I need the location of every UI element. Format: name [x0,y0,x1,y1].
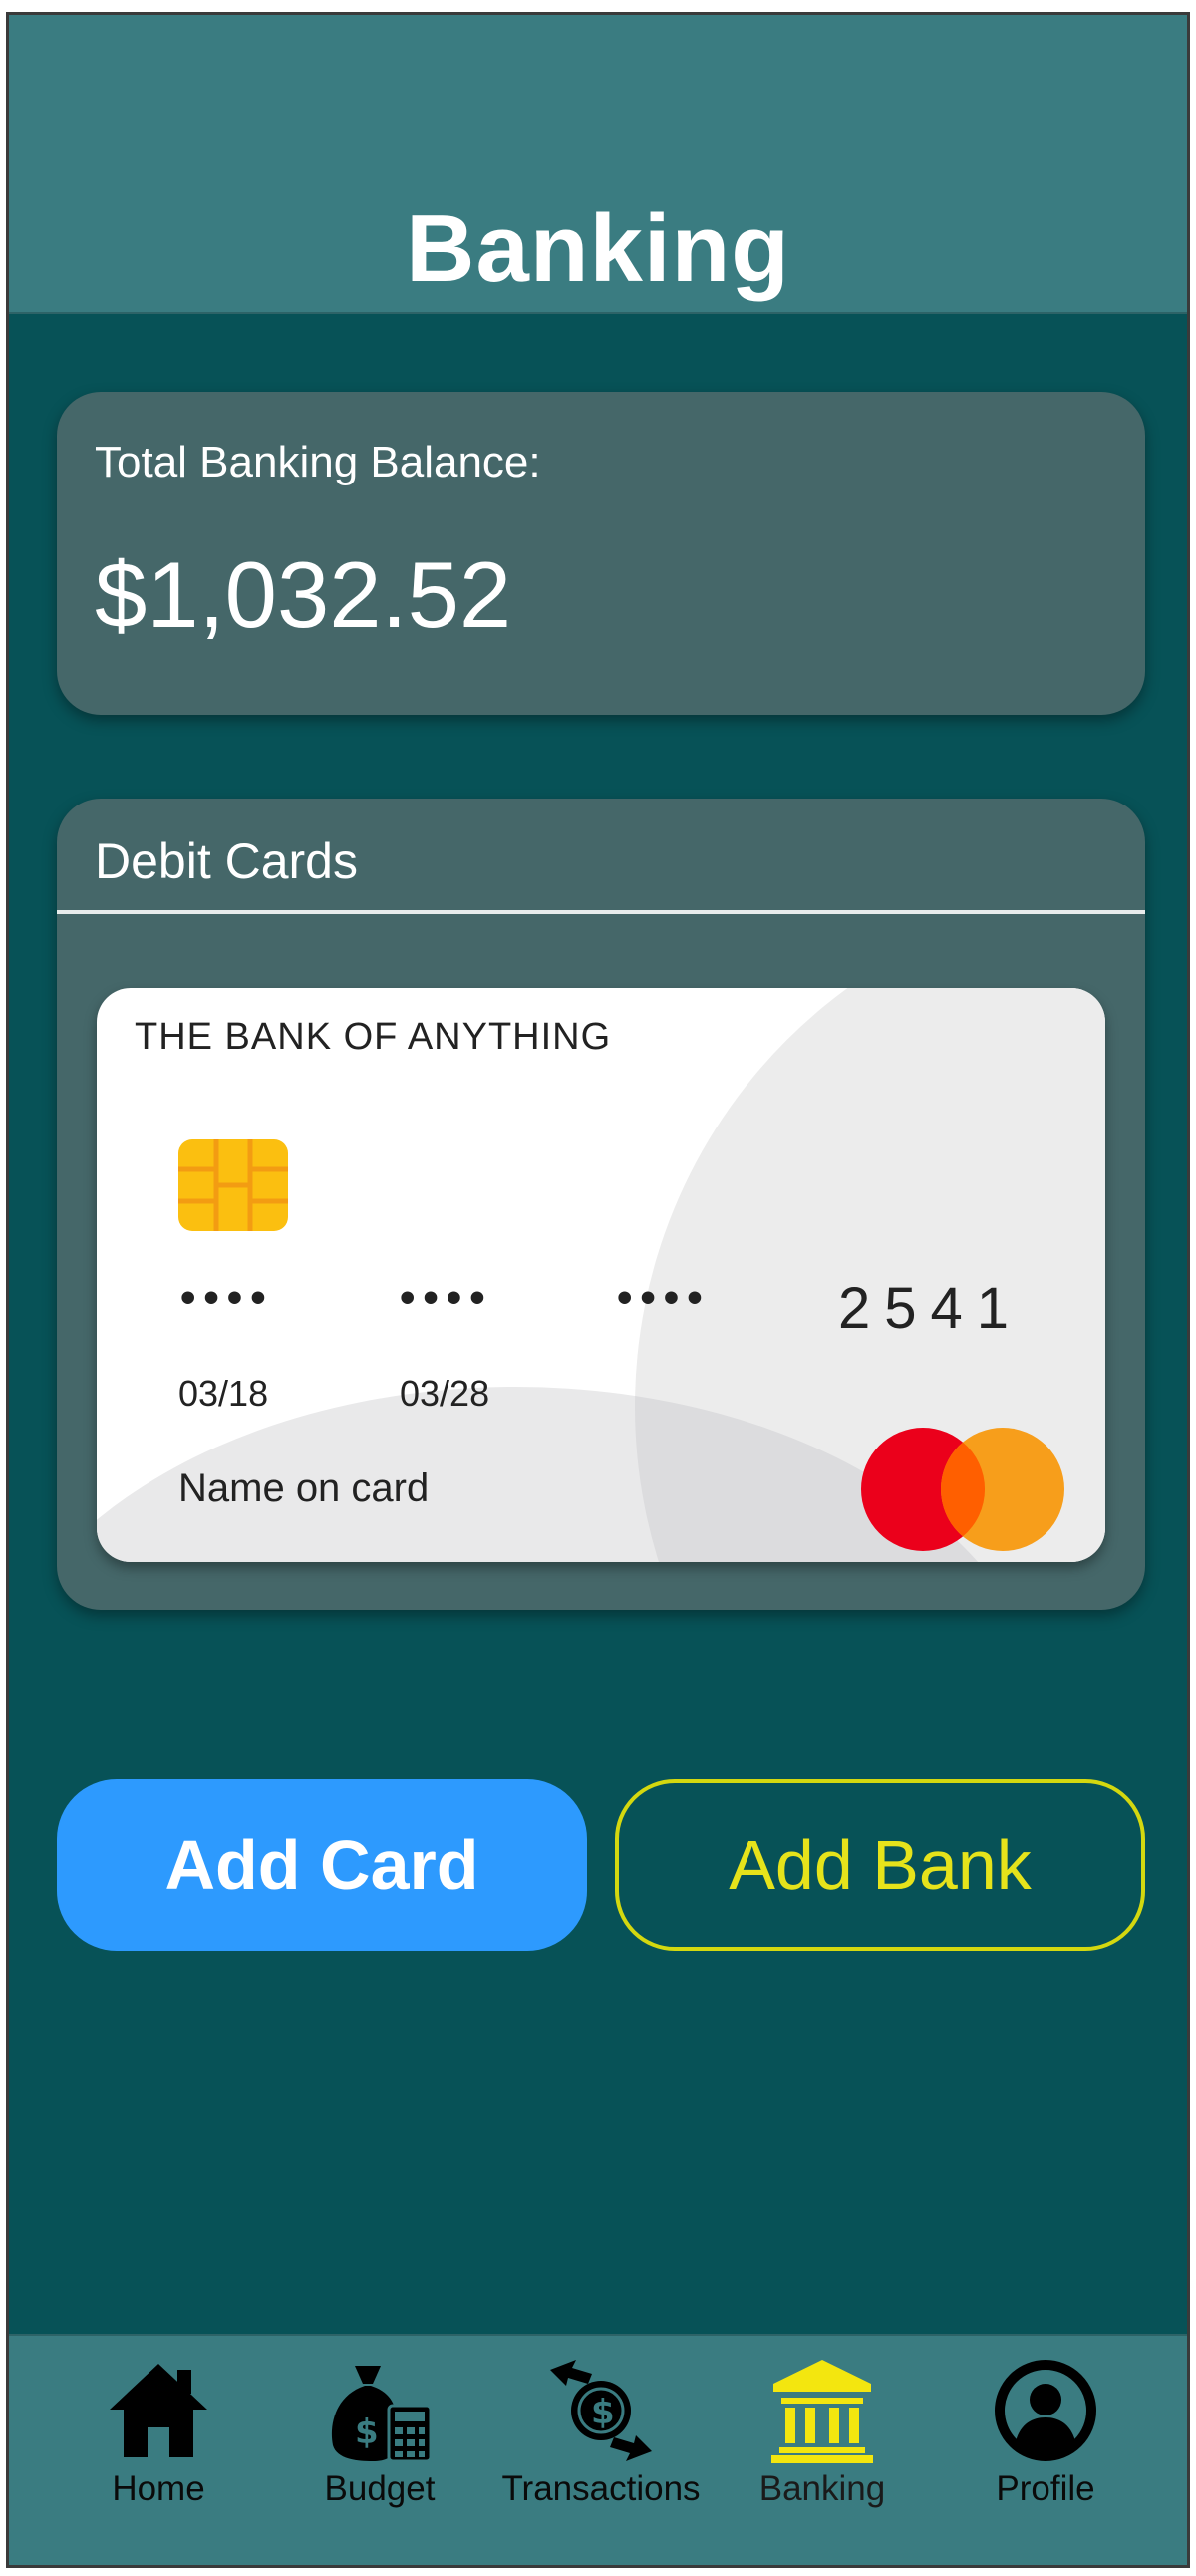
nav-label-banking: Banking [758,2469,886,2508]
profile-icon [995,2360,1096,2461]
add-card-button[interactable]: Add Card [57,1779,587,1951]
add-bank-button[interactable]: Add Bank [615,1779,1145,1951]
balance-label: Total Banking Balance: [95,438,541,486]
debit-card[interactable]: THE BANK OF ANYTHING •••• •••• •••• 2541… [97,988,1105,1562]
debit-cards-panel: Debit Cards THE BANK OF ANYTHING •••• ••… [57,799,1145,1610]
page-title: Banking [406,195,790,302]
nav-item-profile[interactable]: Profile [926,2356,1165,2509]
card-valid-from: 03/18 [178,1373,269,1414]
nav-item-banking[interactable]: Banking [703,2356,942,2509]
balance-panel: Total Banking Balance: $1,032.52 [57,392,1145,715]
app-screen: Banking Total Banking Balance: $1,032.52… [6,12,1190,2568]
home-icon [110,2364,207,2457]
card-chip-icon [178,1139,288,1231]
nav-label-transactions: Transactions [501,2469,701,2508]
divider [57,910,1145,914]
nav-label-budget: Budget [324,2469,436,2508]
svg-text:$: $ [355,2413,379,2452]
nav-label-home: Home [112,2469,205,2508]
card-holder-name: Name on card [178,1466,430,1510]
money-bag-calculator-icon: $ [331,2366,433,2463]
card-number-group-1: •••• [180,1273,274,1322]
balance-amount: $1,032.52 [95,542,512,647]
card-number-group-3: •••• [617,1273,711,1322]
card-bank-name: THE BANK OF ANYTHING [135,1016,612,1058]
bank-icon [771,2360,873,2463]
card-valid-thru: 03/28 [400,1373,490,1414]
nav-item-home[interactable]: Home [39,2356,278,2509]
nav-item-transactions[interactable]: $ Transactions [481,2356,721,2509]
svg-text:$: $ [591,2393,615,2432]
exchange-dollar-icon: $ [550,2360,652,2461]
mastercard-logo-icon [861,1428,1064,1551]
card-last-four: 2541 [838,1276,1024,1341]
nav-item-budget[interactable]: $ Budget [260,2356,499,2509]
bottom-navigation: Home $ Budget $ Transactions Banking Pro… [9,2334,1187,2565]
debit-cards-title: Debit Cards [95,833,358,889]
card-number-group-2: •••• [400,1273,493,1322]
app-header: Banking [9,15,1187,314]
nav-label-profile: Profile [996,2469,1095,2508]
